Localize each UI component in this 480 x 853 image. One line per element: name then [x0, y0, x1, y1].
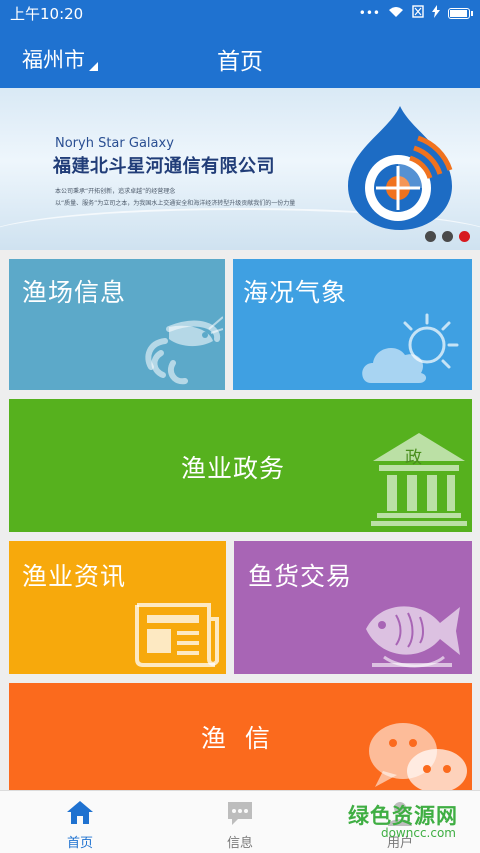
- tile-label: 鱼货交易: [248, 562, 353, 591]
- tile-sea-weather[interactable]: 海况气象: [233, 259, 472, 390]
- nav-item-home[interactable]: 首页: [0, 791, 160, 853]
- watermark-url: downcc.com: [380, 826, 456, 840]
- banner-carousel[interactable]: Noryh Star Galaxy 福建北斗星河通信有限公司 本公司秉承“开拓创…: [0, 88, 480, 250]
- banner-description: 本公司秉承“开拓创新，追求卓越”的经营理念: [55, 188, 176, 195]
- tile-fishing-message[interactable]: 渔 信: [9, 683, 472, 793]
- page-title: 首页: [217, 49, 263, 75]
- signal-icon: •••: [358, 6, 380, 20]
- banner-description: 以“质量、服务”为立司之本，为我国水上交通安全和海洋经济转型升级贡献我们的一份力…: [55, 200, 296, 207]
- government-badge: 政: [405, 448, 422, 468]
- weather-cloud-sun-icon: [362, 313, 459, 383]
- carousel-dot[interactable]: [425, 231, 436, 242]
- banner-company-cn: 福建北斗星河通信有限公司: [53, 156, 275, 177]
- newspaper-icon: [135, 603, 219, 667]
- chat-bubbles-icon: [369, 723, 467, 793]
- carousel-dot-active[interactable]: [459, 231, 470, 242]
- company-logo-icon: [348, 106, 453, 230]
- app-bar: 福州市 首页: [0, 26, 480, 88]
- tile-label: 渔业资讯: [22, 562, 127, 591]
- nav-label: 首页: [66, 836, 93, 851]
- sim-icon: [412, 5, 424, 21]
- shrimp-icon: [145, 316, 223, 385]
- carousel-dot[interactable]: [442, 231, 453, 242]
- banner-company-en: Noryh Star Galaxy: [55, 136, 174, 151]
- tile-label: 海况气象: [243, 278, 348, 307]
- screen: 上午10:20 ••• 福州市 首页 Noryh Star Galaxy 福建北…: [0, 0, 480, 853]
- battery-icon: [448, 7, 473, 19]
- status-time: 上午10:20: [10, 4, 84, 23]
- message-icon: [228, 802, 252, 825]
- tile-fish-trade[interactable]: 鱼货交易: [234, 541, 472, 674]
- home-icon: [67, 801, 93, 824]
- tile-fishing-ground[interactable]: 渔场信息: [9, 259, 225, 390]
- tile-fishery-affairs[interactable]: 渔业政务 政: [9, 399, 472, 532]
- nav-item-info[interactable]: 信息: [160, 791, 320, 853]
- tile-fishery-news[interactable]: 渔业资讯: [9, 541, 226, 674]
- tile-label: 渔业政务: [181, 454, 286, 483]
- wifi-icon: [388, 6, 404, 21]
- tile-label: 渔 信: [201, 724, 271, 753]
- carousel-indicator: [425, 231, 470, 242]
- nav-label: 信息: [226, 836, 253, 851]
- status-bar: 上午10:20 •••: [0, 0, 480, 26]
- tile-label: 渔场信息: [22, 278, 127, 307]
- status-icons: •••: [358, 5, 473, 21]
- fish-plate-icon: [366, 606, 460, 668]
- charging-icon: [432, 5, 440, 21]
